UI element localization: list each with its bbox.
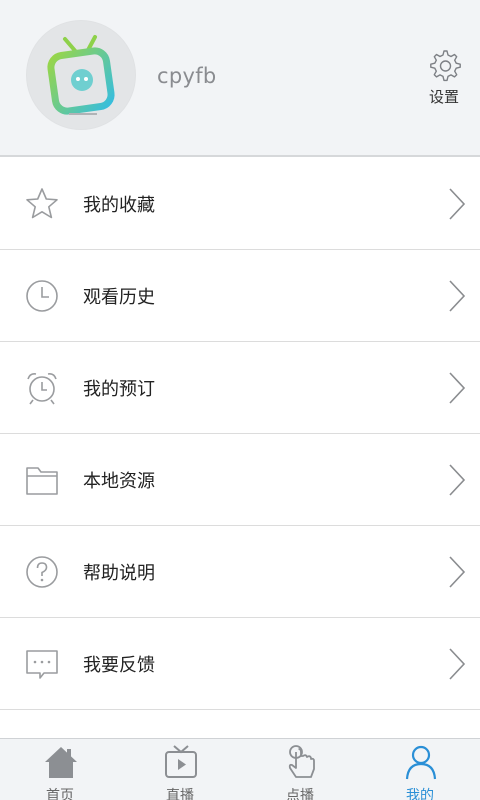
alarm-clock-icon (27, 373, 57, 405)
chevron-right-icon (449, 556, 466, 588)
chevron-right-icon (449, 280, 466, 312)
tab-label: 首页 (46, 788, 74, 800)
username: cpyfb (157, 64, 217, 88)
folder-icon (26, 467, 58, 495)
feedback-icon (26, 650, 58, 679)
settings-button[interactable]: 设置 (416, 48, 472, 110)
tab-label: 直播 (166, 788, 194, 800)
settings-label: 设置 (428, 88, 459, 106)
hand-pointer-icon (288, 745, 315, 778)
menu-item-label: 我的预订 (83, 379, 155, 400)
avatar[interactable] (26, 20, 136, 130)
help-icon (26, 556, 58, 588)
star-icon (26, 188, 58, 219)
menu-item-feedback[interactable]: 我要反馈 (0, 618, 480, 710)
tv-logo-icon (47, 35, 115, 115)
menu-item-history[interactable]: 观看历史 (0, 250, 480, 342)
chevron-right-icon (449, 464, 466, 496)
menu-item-help[interactable]: 帮助说明 (0, 526, 480, 618)
chevron-right-icon (449, 648, 466, 680)
tab-vod[interactable]: 点播 (240, 739, 360, 800)
tab-live[interactable]: 直播 (120, 739, 240, 800)
chevron-right-icon (449, 372, 466, 404)
tab-home[interactable]: 首页 (0, 739, 120, 800)
menu-item-reservations[interactable]: 我的预订 (0, 342, 480, 434)
menu-item-label: 观看历史 (83, 287, 155, 308)
menu-item-label: 我的收藏 (83, 195, 155, 216)
profile-header: cpyfb 设置 (0, 0, 480, 157)
gear-icon (430, 50, 461, 82)
chevron-right-icon (449, 188, 466, 220)
tab-label: 点播 (286, 788, 314, 800)
menu-item-label: 本地资源 (83, 471, 155, 492)
home-icon (45, 747, 77, 778)
menu-item-favorites[interactable]: 我的收藏 (0, 158, 480, 250)
bottom-tab-bar: 首页 直播 点播 我的 (0, 738, 480, 800)
tv-play-icon (165, 745, 197, 778)
menu-item-label: 我要反馈 (83, 655, 155, 676)
menu-item-local-resources[interactable]: 本地资源 (0, 434, 480, 526)
menu-list: 我的收藏 观看历史 我的预订 本地资源 帮助说明 我要反馈 (0, 158, 480, 710)
clock-icon (26, 280, 58, 312)
tab-label: 我的 (406, 788, 434, 800)
person-icon (405, 745, 437, 780)
tab-mine[interactable]: 我的 (360, 739, 480, 800)
menu-item-label: 帮助说明 (83, 563, 155, 584)
